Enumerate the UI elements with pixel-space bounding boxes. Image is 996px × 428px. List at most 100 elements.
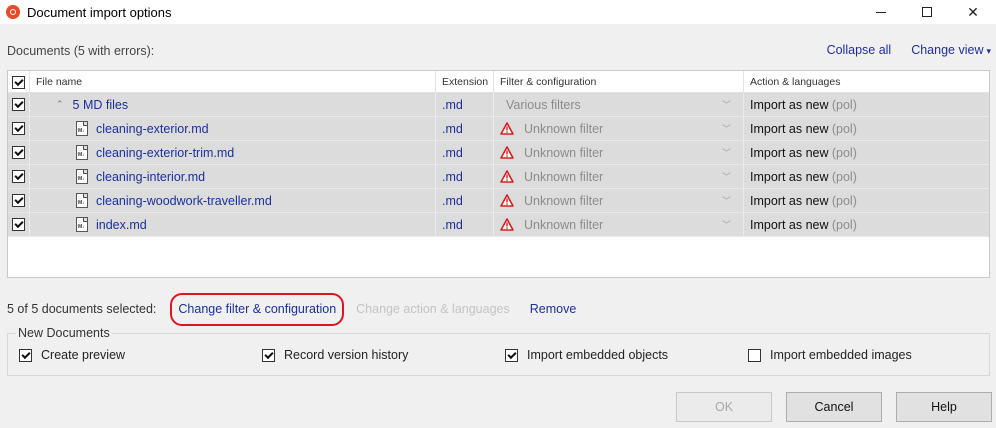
remove-link[interactable]: Remove — [530, 302, 577, 316]
file-action-cell[interactable]: Import as new (pol) — [744, 117, 989, 140]
dropdown-caret-icon: ﹀ — [721, 220, 731, 230]
group-row[interactable]: ⌃ 5 MD files .md Various filters ﹀ Impor… — [8, 93, 989, 117]
markdown-tag: M↓ — [78, 152, 85, 158]
file-action-cell[interactable]: Import as new (pol) — [744, 165, 989, 188]
record-history-checkbox[interactable] — [262, 348, 275, 362]
import-images-checkbox[interactable] — [748, 348, 761, 362]
file-action-cell[interactable]: Import as new (pol) — [744, 213, 989, 236]
import-objects-checkbox[interactable] — [505, 348, 518, 362]
warning-icon — [500, 122, 514, 135]
file-name-cell: M↓ index.md — [30, 213, 436, 236]
file-row[interactable]: M↓ cleaning-exterior-trim.md .md Unknown… — [8, 141, 989, 165]
file-row[interactable]: M↓ index.md .md Unknown filter ﹀ Import … — [8, 213, 989, 237]
file-action: Import as new — [750, 193, 829, 208]
markdown-tag: M↓ — [78, 200, 85, 206]
file-filter: Unknown filter — [524, 145, 604, 160]
file-language: (pol) — [831, 121, 857, 136]
group-extension: .md — [442, 97, 463, 112]
dropdown-caret-icon: ﹀ — [721, 148, 731, 158]
import-objects-option[interactable]: Import embedded objects — [505, 348, 668, 362]
import-images-label: Import embedded images — [770, 348, 912, 362]
file-language: (pol) — [831, 193, 857, 208]
file-action-cell[interactable]: Import as new (pol) — [744, 141, 989, 164]
group-filter: Various filters — [506, 97, 581, 112]
create-preview-checkbox[interactable] — [19, 348, 32, 362]
close-icon: ✕ — [967, 3, 979, 20]
file-name: index.md — [96, 217, 147, 232]
change-action-link: Change action & languages — [356, 302, 510, 317]
ok-button[interactable]: OK — [676, 392, 772, 422]
change-filter-link[interactable]: Change filter & configuration — [170, 293, 345, 326]
markdown-tag: M↓ — [78, 128, 85, 134]
markdown-file-icon: M↓ — [76, 169, 88, 184]
file-language: (pol) — [831, 169, 857, 184]
header-select-all[interactable] — [8, 71, 30, 93]
row-checkbox[interactable] — [12, 194, 25, 207]
file-filter: Unknown filter — [524, 169, 604, 184]
file-name: cleaning-interior.md — [96, 169, 206, 184]
selected-count: 5 of 5 documents selected: — [7, 302, 157, 317]
file-row[interactable]: M↓ cleaning-exterior.md .md Unknown filt… — [8, 117, 989, 141]
file-name-cell: M↓ cleaning-exterior.md — [30, 117, 436, 140]
markdown-file-icon: M↓ — [76, 217, 88, 232]
change-view-label: Change view — [911, 43, 984, 57]
import-images-option[interactable]: Import embedded images — [748, 348, 912, 362]
file-extension-cell: .md — [436, 141, 494, 164]
file-filter-dropdown[interactable]: Unknown filter ﹀ — [494, 213, 744, 236]
row-checkbox[interactable] — [12, 170, 25, 183]
row-checkbox[interactable] — [12, 146, 25, 159]
group-action: Import as new — [750, 97, 829, 112]
file-filter-dropdown[interactable]: Unknown filter ﹀ — [494, 165, 744, 188]
file-action-cell[interactable]: Import as new (pol) — [744, 189, 989, 212]
file-row[interactable]: M↓ cleaning-interior.md .md Unknown filt… — [8, 165, 989, 189]
dropdown-caret-icon: ﹀ — [721, 100, 731, 110]
file-filter-dropdown[interactable]: Unknown filter ﹀ — [494, 189, 744, 212]
file-action: Import as new — [750, 169, 829, 184]
change-view-link[interactable]: Change view ▾ — [911, 43, 991, 57]
view-links: Collapse all Change view ▾ — [827, 43, 991, 57]
collapse-all-link[interactable]: Collapse all — [827, 43, 892, 57]
maximize-icon — [922, 7, 932, 17]
file-filter-dropdown[interactable]: Unknown filter ﹀ — [494, 141, 744, 164]
minimize-icon — [876, 11, 886, 13]
grid-header: File name Extension Filter & configurati… — [8, 71, 989, 93]
file-language: (pol) — [831, 217, 857, 232]
caret-down-icon: ▾ — [986, 46, 991, 56]
collapse-caret-icon[interactable]: ⌃ — [56, 99, 64, 110]
minimize-button[interactable] — [858, 0, 904, 24]
row-checkbox[interactable] — [12, 122, 25, 135]
column-header-filter[interactable]: Filter & configuration — [494, 71, 744, 93]
file-row[interactable]: M↓ cleaning-woodwork-traveller.md .md Un… — [8, 189, 989, 213]
documents-heading: Documents (5 with errors): — [7, 44, 155, 58]
group-filter-dropdown[interactable]: Various filters ﹀ — [494, 93, 744, 116]
window-title: Document import options — [27, 4, 172, 20]
file-name: cleaning-exterior-trim.md — [96, 145, 235, 160]
select-all-checkbox[interactable] — [12, 75, 25, 89]
record-history-option[interactable]: Record version history — [262, 348, 408, 362]
close-button[interactable]: ✕ — [950, 0, 996, 24]
column-header-file-name[interactable]: File name — [30, 71, 436, 93]
row-checkbox[interactable] — [12, 218, 25, 231]
file-filter-dropdown[interactable]: Unknown filter ﹀ — [494, 117, 744, 140]
row-checkbox-cell — [8, 165, 30, 188]
file-action: Import as new — [750, 145, 829, 160]
documents-grid: File name Extension Filter & configurati… — [7, 70, 990, 278]
record-history-label: Record version history — [284, 348, 409, 362]
column-header-extension[interactable]: Extension — [436, 71, 494, 93]
create-preview-label: Create preview — [41, 348, 126, 362]
group-action-cell[interactable]: Import as new (pol) — [744, 93, 989, 116]
file-name: cleaning-woodwork-traveller.md — [96, 193, 272, 208]
group-name-cell: ⌃ 5 MD files — [30, 93, 436, 116]
file-action: Import as new — [750, 121, 829, 136]
column-header-action[interactable]: Action & languages — [744, 71, 989, 93]
row-checkbox-cell — [8, 117, 30, 140]
group-checkbox-cell — [8, 93, 30, 116]
help-button[interactable]: Help — [896, 392, 992, 422]
file-name-cell: M↓ cleaning-woodwork-traveller.md — [30, 189, 436, 212]
warning-icon — [500, 194, 514, 207]
maximize-button[interactable] — [904, 0, 950, 24]
file-filter: Unknown filter — [524, 217, 604, 232]
cancel-button[interactable]: Cancel — [786, 392, 882, 422]
group-checkbox[interactable] — [12, 98, 25, 111]
create-preview-option[interactable]: Create preview — [19, 348, 125, 362]
